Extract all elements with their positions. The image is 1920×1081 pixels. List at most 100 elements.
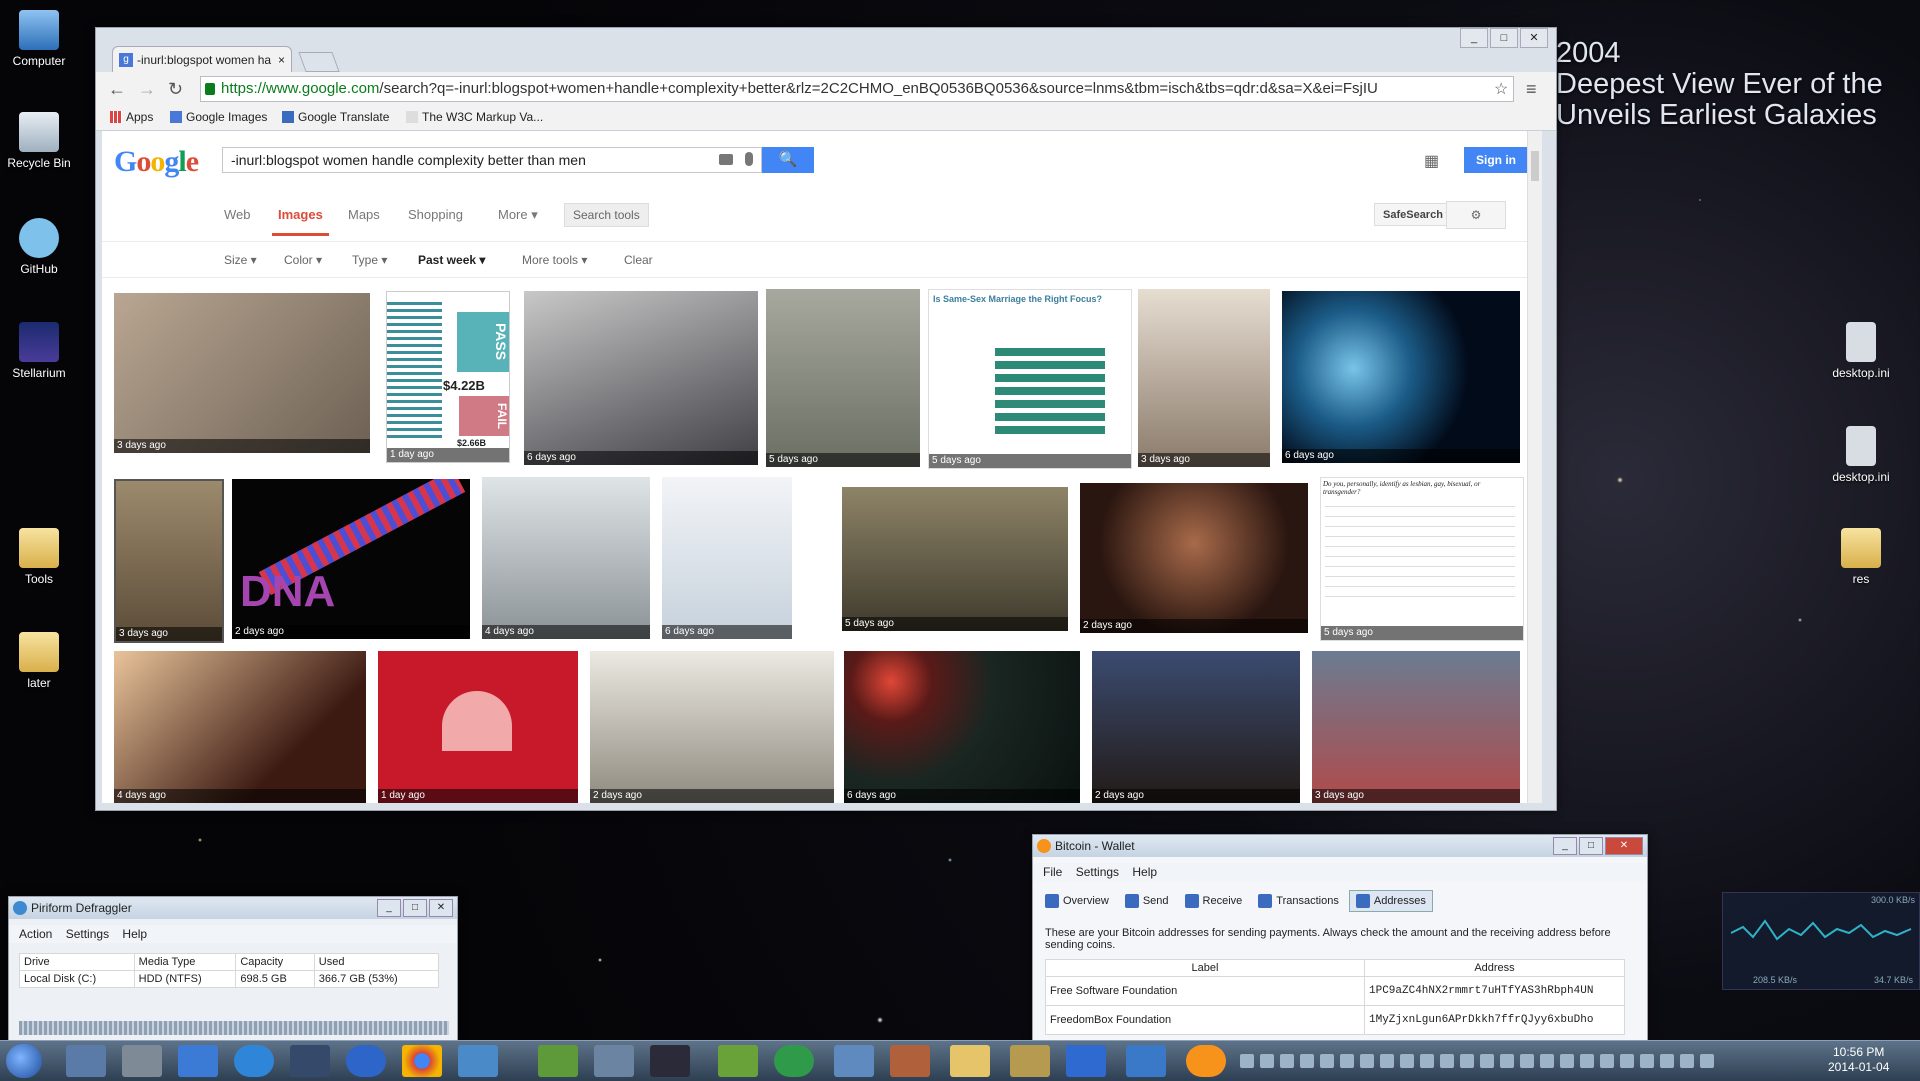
column-drive[interactable]: Drive — [19, 953, 135, 971]
bookmark-google-translate[interactable]: Google Translate — [282, 110, 389, 124]
tray-icon[interactable] — [1520, 1054, 1534, 1068]
tray-icon[interactable] — [1360, 1054, 1374, 1068]
filter-clear[interactable]: Clear — [624, 253, 653, 267]
new-tab-button[interactable] — [298, 52, 340, 72]
reload-button[interactable]: ↻ — [168, 79, 183, 100]
bookmark-star-icon[interactable]: ☆ — [1494, 79, 1508, 99]
taskbar-keys-icon[interactable] — [1010, 1045, 1050, 1077]
filter-more-tools[interactable]: More tools ▾ — [522, 253, 587, 267]
taskbar-chrome-icon[interactable] — [402, 1045, 442, 1077]
minimize-button[interactable]: _ — [1460, 28, 1488, 48]
taskbar-search-icon[interactable] — [834, 1045, 874, 1077]
image-result[interactable]: Is Same-Sex Marriage the Right Focus? 5 … — [928, 289, 1132, 469]
send-button[interactable]: Send — [1119, 890, 1175, 912]
tray-icon[interactable] — [1400, 1054, 1414, 1068]
tray-icon[interactable] — [1640, 1054, 1654, 1068]
tab-close-icon[interactable]: × — [278, 47, 285, 72]
tray-icon[interactable] — [1580, 1054, 1594, 1068]
taskbar-keepass-icon[interactable] — [1066, 1045, 1106, 1077]
taskbar-utorrent-icon[interactable] — [774, 1045, 814, 1077]
search-tools-button[interactable]: Search tools — [564, 203, 649, 227]
taskbar-bitcoin-icon[interactable] — [1186, 1045, 1226, 1077]
tray-icon[interactable] — [1500, 1054, 1514, 1068]
image-result[interactable]: 5 days ago — [842, 487, 1068, 631]
google-logo[interactable]: Google — [114, 145, 199, 179]
menu-settings[interactable]: Settings — [66, 927, 109, 941]
menu-help[interactable]: Help — [1132, 865, 1157, 879]
settings-gear-icon[interactable]: ⚙ — [1446, 201, 1506, 229]
taskbar-camera-icon[interactable] — [122, 1045, 162, 1077]
desktop-icon-github[interactable]: GitHub — [0, 218, 78, 276]
transactions-button[interactable]: Transactions — [1252, 890, 1345, 912]
scroll-thumb[interactable] — [1531, 151, 1539, 181]
taskbar-gimp-icon[interactable] — [890, 1045, 930, 1077]
image-result[interactable]: 6 days ago — [662, 477, 792, 639]
image-result[interactable]: 4 days ago — [482, 477, 650, 639]
tray-icon[interactable] — [1620, 1054, 1634, 1068]
tray-icon[interactable] — [1560, 1054, 1574, 1068]
image-result[interactable]: 3 days ago — [1312, 651, 1520, 803]
desktop-icon-desktop-ini-1[interactable]: desktop.ini — [1822, 322, 1900, 380]
desktop-icon-tools[interactable]: Tools — [0, 528, 78, 586]
tray-icon[interactable] — [1540, 1054, 1554, 1068]
bookmark-apps[interactable]: Apps — [110, 110, 153, 124]
camera-icon[interactable] — [719, 154, 733, 165]
addresses-button[interactable]: Addresses — [1348, 890, 1433, 912]
taskbar-editor-icon[interactable] — [538, 1045, 578, 1077]
image-result[interactable]: 1 day ago — [378, 651, 578, 803]
browser-tab[interactable]: g -inurl:blogspot women ha × — [112, 46, 292, 72]
column-used[interactable]: Used — [313, 953, 440, 971]
forward-button[interactable]: → — [138, 79, 156, 100]
maximize-button[interactable]: □ — [403, 899, 427, 917]
chrome-menu-icon[interactable]: ≡ — [1526, 79, 1537, 100]
image-result[interactable]: 3 days ago — [1138, 289, 1270, 467]
column-label[interactable]: Label — [1045, 959, 1365, 977]
desktop-icon-stellarium[interactable]: Stellarium — [0, 322, 78, 380]
tray-icon[interactable] — [1260, 1054, 1274, 1068]
tab-web[interactable]: Web — [224, 207, 251, 222]
signal-icon[interactable] — [1700, 1054, 1714, 1068]
tray-icon[interactable] — [1660, 1054, 1674, 1068]
desktop-icon-later[interactable]: later — [0, 632, 78, 690]
tray-icon[interactable] — [1440, 1054, 1454, 1068]
desktop-icon-computer[interactable]: Computer — [0, 10, 78, 68]
search-input[interactable]: -inurl:blogspot women handle complexity … — [222, 147, 762, 173]
image-result[interactable]: DNA 2 days ago — [232, 479, 470, 639]
image-result[interactable]: 6 days ago — [524, 291, 758, 465]
tray-icon[interactable] — [1320, 1054, 1334, 1068]
image-result[interactable]: PASS $4.22B FAIL $2.66B 1 day ago — [386, 291, 510, 463]
tray-icon[interactable] — [1240, 1054, 1254, 1068]
search-button[interactable]: 🔍 — [762, 147, 814, 173]
maximize-button[interactable]: □ — [1490, 28, 1518, 48]
tray-icon[interactable] — [1600, 1054, 1614, 1068]
tray-icon[interactable] — [1340, 1054, 1354, 1068]
tray-icon[interactable] — [1480, 1054, 1494, 1068]
image-result[interactable]: 2 days ago — [590, 651, 834, 803]
table-row[interactable]: FreedomBox Foundation 1MyZjxnLgun6APrDkk… — [1045, 1005, 1625, 1035]
tab-more[interactable]: More ▾ — [498, 207, 538, 223]
image-result[interactable]: 2 days ago — [1080, 483, 1308, 633]
filter-size[interactable]: Size ▾ — [224, 253, 257, 267]
tray-icon[interactable] — [1300, 1054, 1314, 1068]
menu-action[interactable]: Action — [19, 927, 52, 941]
sign-in-button[interactable]: Sign in — [1464, 147, 1528, 173]
taskbar-explorer-icon[interactable] — [66, 1045, 106, 1077]
tab-maps[interactable]: Maps — [348, 207, 380, 222]
page-scrollbar[interactable] — [1527, 131, 1542, 803]
taskbar-globe-icon[interactable] — [234, 1045, 274, 1077]
bookmark-google-images[interactable]: Google Images — [170, 110, 267, 124]
overview-button[interactable]: Overview — [1039, 890, 1115, 912]
bookmark-w3c-validator[interactable]: The W3C Markup Va... — [406, 110, 543, 124]
image-result[interactable]: 2 days ago — [1092, 651, 1300, 803]
maximize-button[interactable]: □ — [1579, 837, 1603, 855]
taskbar-windows-icon[interactable] — [178, 1045, 218, 1077]
tab-images[interactable]: Images — [272, 207, 329, 236]
menu-settings[interactable]: Settings — [1076, 865, 1119, 879]
image-result[interactable]: 4 days ago — [114, 651, 366, 803]
image-result[interactable]: 6 days ago — [1282, 291, 1520, 463]
menu-help[interactable]: Help — [122, 927, 147, 941]
filter-past-week[interactable]: Past week ▾ — [418, 253, 485, 267]
desktop-icon-desktop-ini-2[interactable]: desktop.ini — [1822, 426, 1900, 484]
minimize-button[interactable]: _ — [1553, 837, 1577, 855]
tray-icon[interactable] — [1460, 1054, 1474, 1068]
